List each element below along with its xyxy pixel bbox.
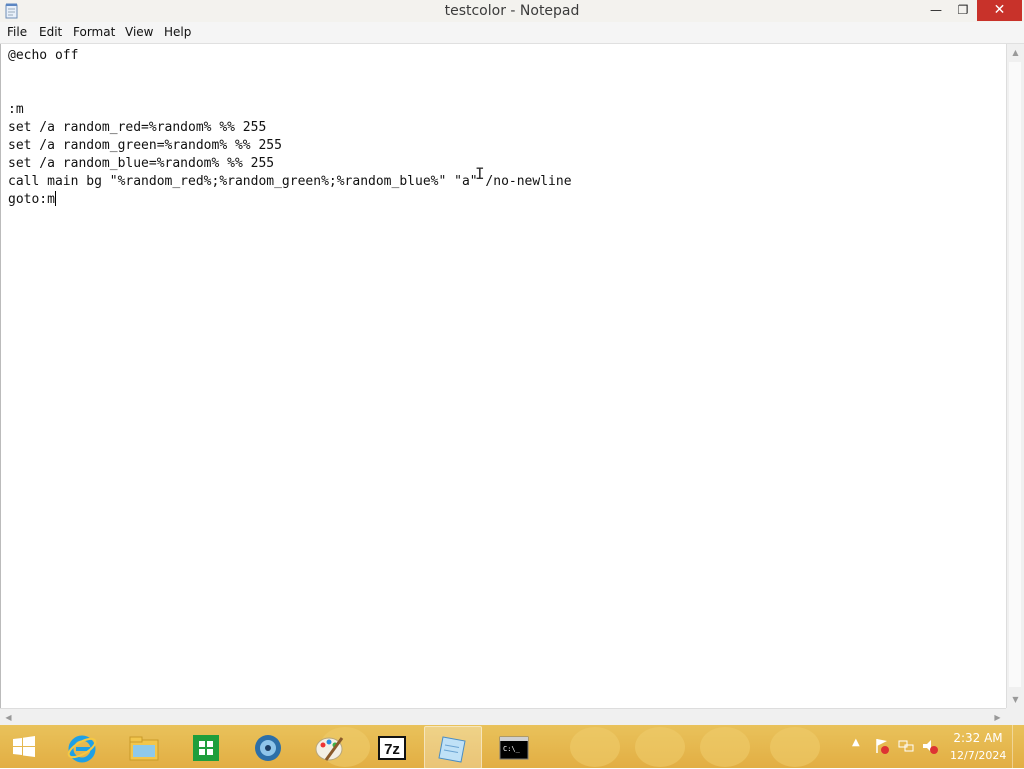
scroll-left-icon[interactable]: ◀ (0, 709, 17, 726)
show-hidden-icons-arrow[interactable]: ▲ (852, 737, 860, 748)
7zip-icon: 7z (378, 736, 406, 760)
wallpaper-emoji-decoration (700, 727, 750, 767)
editor-content[interactable]: @echo off :m set /a random_red=%random% … (8, 47, 572, 209)
file-explorer-icon (129, 736, 159, 761)
action-center-flag-icon[interactable] (873, 737, 891, 755)
code-line: goto:m (8, 192, 55, 207)
code-line: @echo off (8, 48, 79, 63)
taskbar-paint[interactable] (302, 726, 358, 767)
scroll-up-icon[interactable]: ▲ (1007, 44, 1024, 61)
scroll-down-icon[interactable]: ▼ (1007, 691, 1024, 708)
svg-text:7z: 7z (384, 741, 400, 758)
volume-muted-icon[interactable] (921, 737, 939, 755)
minimize-button[interactable]: — (922, 0, 950, 21)
scrollbar-corner (1006, 708, 1024, 725)
taskbar-command-prompt[interactable]: C:\_ (486, 726, 542, 767)
code-line: set /a random_green=%random% %% 255 (8, 138, 282, 153)
scroll-right-icon[interactable]: ▶ (989, 709, 1006, 726)
menu-help[interactable]: Help (164, 25, 191, 39)
clock-date[interactable]: 12/7/2024 (950, 749, 1006, 762)
network-icon[interactable] (897, 737, 915, 755)
taskbar-notepad[interactable] (424, 726, 482, 769)
taskbar: 7z C:\_ (0, 725, 1024, 769)
notepad-icon (438, 736, 466, 763)
internet-explorer-icon (67, 735, 97, 763)
restore-button[interactable]: ❐ (950, 0, 976, 21)
code-line: set /a random_blue=%random% %% 255 (8, 156, 275, 171)
window-title: testcolor - Notepad (444, 3, 580, 19)
menu-edit[interactable]: Edit (39, 25, 62, 39)
clock-time[interactable]: 2:32 AM (952, 731, 1004, 745)
start-button[interactable] (2, 726, 46, 767)
close-button[interactable]: ✕ (977, 0, 1022, 21)
taskbar-store[interactable] (178, 726, 234, 767)
media-player-icon (255, 735, 281, 761)
command-prompt-icon: C:\_ (499, 736, 529, 760)
wallpaper-emoji-decoration (635, 727, 685, 767)
code-line: :m (8, 102, 24, 117)
menu-format[interactable]: Format (73, 25, 115, 39)
taskbar-internet-explorer[interactable] (54, 726, 110, 767)
horizontal-scrollbar[interactable]: ◀ ▶ (0, 708, 1006, 726)
menu-view[interactable]: View (125, 25, 153, 39)
show-desktop-button[interactable] (1012, 725, 1024, 768)
taskbar-file-explorer[interactable] (116, 726, 172, 767)
svg-text:C:\_: C:\_ (503, 745, 521, 753)
title-bar[interactable]: testcolor - Notepad — ❐ ✕ (0, 0, 1024, 22)
menu-file[interactable]: File (7, 25, 27, 39)
menu-bar: File Edit Format View Help (0, 22, 1024, 44)
paint-icon (315, 737, 344, 761)
wallpaper-emoji-decoration (770, 727, 820, 767)
taskbar-media-player[interactable] (240, 726, 296, 767)
ibeam-cursor-icon: I (475, 164, 485, 183)
vertical-scroll-track[interactable] (1009, 62, 1021, 687)
start-icon (13, 736, 35, 757)
text-caret (54, 191, 56, 206)
code-line: set /a random_red=%random% %% 255 (8, 120, 267, 135)
store-icon (193, 735, 219, 761)
text-editor[interactable]: @echo off :m set /a random_red=%random% … (0, 44, 1007, 708)
wallpaper-emoji-decoration (570, 727, 620, 767)
code-line: call main bg "%random_red%;%random_green… (8, 174, 572, 189)
vertical-scrollbar[interactable]: ▲ ▼ (1006, 44, 1024, 708)
taskbar-7zip[interactable]: 7z (364, 726, 420, 767)
